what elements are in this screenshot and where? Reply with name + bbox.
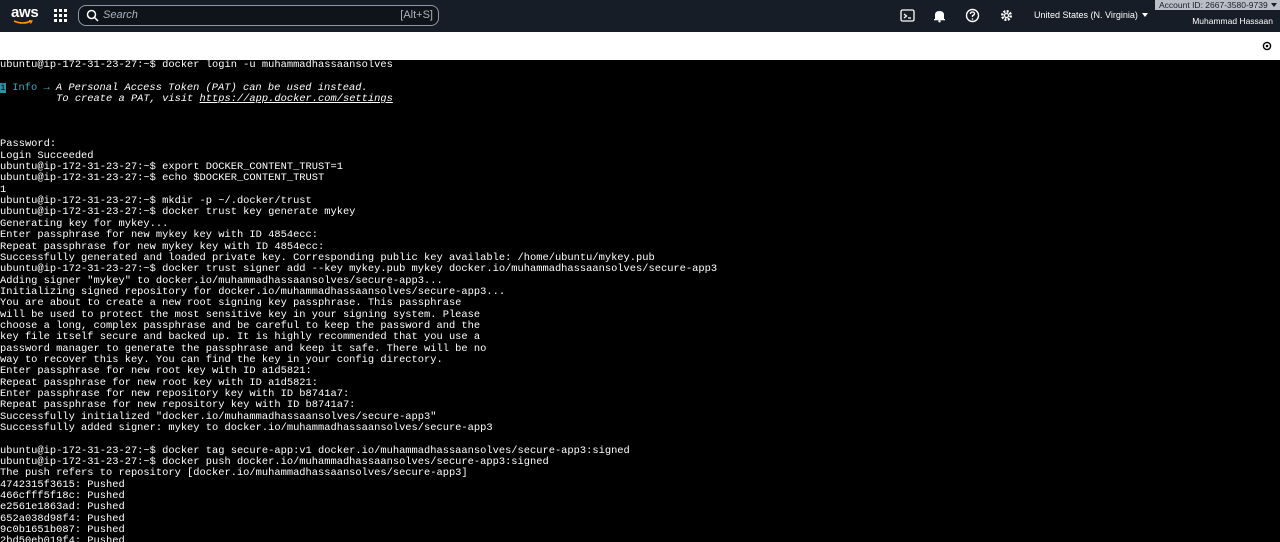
account-id-label: Account ID: 2667-3580-9739 xyxy=(1159,0,1268,10)
help-icon[interactable] xyxy=(965,8,980,23)
info-label: Info → xyxy=(6,81,56,94)
terminal-line: Successfully added signer: mykey to dock… xyxy=(0,422,493,434)
services-menu-icon[interactable] xyxy=(54,9,67,22)
docker-settings-link[interactable]: https://app.docker.com/settings xyxy=(200,93,393,105)
search-shortcut: [Alt+S] xyxy=(400,9,433,21)
chevron-down-icon xyxy=(1141,13,1148,17)
aws-logo[interactable]: aws xyxy=(11,4,39,26)
chevron-down-icon xyxy=(1270,3,1277,7)
account-id-badge[interactable]: Account ID: 2667-3580-9739 xyxy=(1155,0,1280,10)
aws-top-navigation: aws Search [Alt+S] United States (N. Vir… xyxy=(0,0,1280,32)
terminal-line: key file itself secure and backed up. It… xyxy=(0,331,481,344)
terminal-line: To create a PAT, visit https://app.docke… xyxy=(0,93,717,106)
bell-icon[interactable] xyxy=(932,8,947,23)
terminal-line: ubuntu@ip-172-31-23-27:~$ docker login -… xyxy=(0,60,393,71)
settings-icon[interactable] xyxy=(1262,41,1272,51)
cloudshell-icon[interactable] xyxy=(900,8,915,23)
info-message: To create a PAT, visit xyxy=(0,93,200,106)
terminal-line: Repeat passphrase for new repository key… xyxy=(0,399,356,412)
terminal-line: You are about to create a new root signi… xyxy=(0,297,462,310)
terminal-line: ubuntu@ip-172-31-23-27:~$ echo $DOCKER_C… xyxy=(0,172,325,185)
terminal-window[interactable]: ubuntu@ip-172-31-23-27:~$ docker login -… xyxy=(0,60,1280,542)
search-placeholder: Search xyxy=(103,9,138,21)
terminal-line: Enter passphrase for new mykey key with … xyxy=(0,229,319,242)
info-message: A Personal Access Token (PAT) can be use… xyxy=(55,81,368,94)
search-box[interactable]: Search [Alt+S] xyxy=(78,5,439,26)
terminal-line: ubuntu@ip-172-31-23-27:~$ docker trust s… xyxy=(0,263,718,276)
region-selector[interactable]: United States (N. Virginia) xyxy=(1034,10,1148,20)
terminal-line: Password: xyxy=(0,138,57,151)
aws-logo-text: aws xyxy=(11,4,39,21)
terminal-output: ubuntu@ip-172-31-23-27:~$ docker login -… xyxy=(0,60,717,542)
terminal-line: Enter passphrase for new root key with I… xyxy=(0,365,312,378)
aws-smile-icon xyxy=(13,20,33,24)
cloudshell-toolbar xyxy=(0,32,1280,60)
gear-icon[interactable] xyxy=(999,8,1014,23)
terminal-line: 2bd50eb019f4: Pushed xyxy=(0,535,125,542)
search-icon xyxy=(86,9,99,22)
region-label: United States (N. Virginia) xyxy=(1034,10,1138,20)
user-name[interactable]: Muhammad Hassaan xyxy=(1192,16,1273,26)
